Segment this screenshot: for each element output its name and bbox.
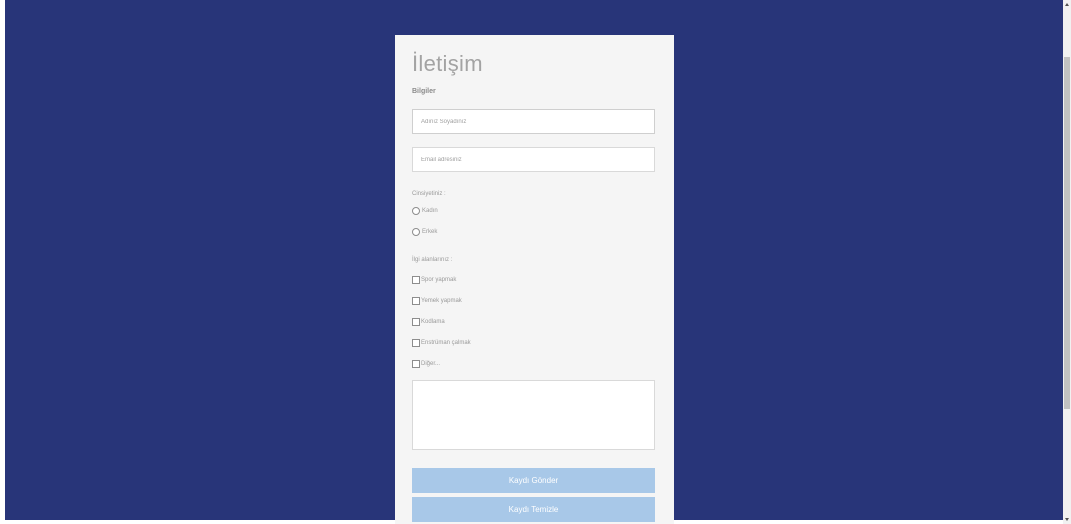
radio-female[interactable] — [412, 207, 420, 215]
reset-button[interactable]: Kaydı Temizle — [412, 497, 655, 522]
message-textarea[interactable] — [412, 380, 655, 450]
hobby-sports-label: Spor yapmak — [421, 277, 457, 283]
browser-viewport: İletişim Bilgiler Cinsiyetiniz : Kadın E… — [0, 0, 1063, 524]
checkbox-cooking[interactable] — [412, 297, 420, 305]
gender-label: Cinsiyetiniz : — [412, 191, 446, 197]
vertical-scrollbar[interactable] — [1063, 0, 1071, 524]
gender-female-label: Kadın — [422, 208, 438, 214]
contact-form: İletişim Bilgiler Cinsiyetiniz : Kadın E… — [395, 35, 674, 524]
email-input[interactable] — [412, 147, 655, 172]
scroll-down-arrow-icon[interactable] — [1065, 518, 1069, 521]
checkbox-sports[interactable] — [412, 276, 420, 284]
hobby-instrument-label: Enstrüman çalmak — [421, 340, 471, 346]
hobby-other-label: Diğer... — [421, 361, 441, 367]
submit-button[interactable]: Kaydı Gönder — [412, 468, 655, 493]
gender-option-female[interactable]: Kadın — [412, 206, 657, 216]
hobby-option-sports[interactable]: Spor yapmak — [412, 275, 657, 285]
gender-male-label: Erkek — [422, 229, 438, 235]
scroll-up-arrow-icon[interactable] — [1065, 3, 1069, 6]
page-title: İletişim — [412, 51, 483, 76]
hobby-cooking-label: Yemek yapmak — [421, 298, 462, 304]
hobby-option-cooking[interactable]: Yemek yapmak — [412, 296, 657, 306]
checkbox-other[interactable] — [412, 360, 420, 368]
radio-male[interactable] — [412, 228, 420, 236]
name-input[interactable] — [412, 109, 655, 134]
hobby-coding-label: Kodlama — [421, 319, 445, 325]
hobby-option-coding[interactable]: Kodlama — [412, 317, 657, 327]
gender-option-male[interactable]: Erkek — [412, 227, 657, 237]
scroll-thumb[interactable] — [1064, 57, 1070, 409]
checkbox-instrument[interactable] — [412, 339, 420, 347]
section-subtitle: Bilgiler — [412, 88, 436, 95]
checkbox-coding[interactable] — [412, 318, 420, 326]
hobby-option-instrument[interactable]: Enstrüman çalmak — [412, 338, 657, 348]
hobby-label: İlgi alanlarınız : — [412, 257, 453, 263]
hobby-option-other[interactable]: Diğer... — [412, 359, 657, 369]
